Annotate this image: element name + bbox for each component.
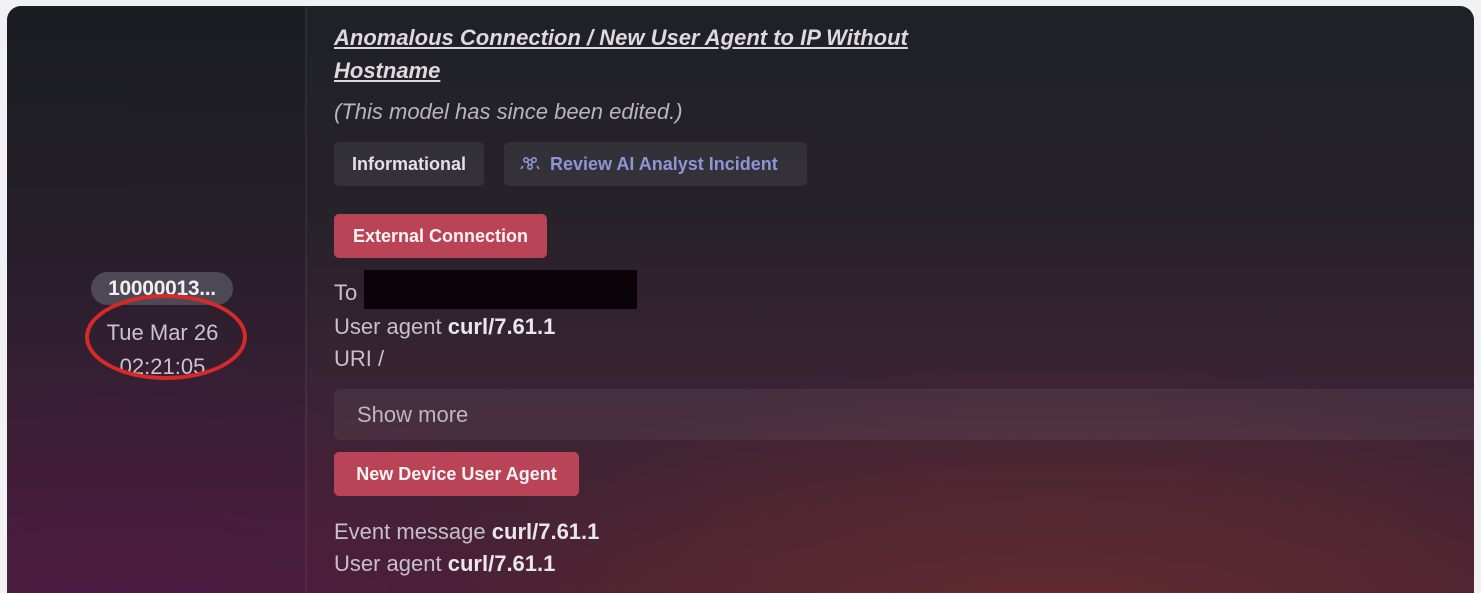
detail-user-agent-value: curl/7.61.1 bbox=[447, 314, 556, 339]
annotation-circle bbox=[85, 294, 247, 380]
model-edited-note: (This model has since been edited.) bbox=[334, 99, 683, 124]
detail-event-message-label: Event message bbox=[334, 519, 486, 544]
event-details: Anomalous Connection / New User Agent to… bbox=[334, 6, 1474, 593]
detail-user-agent: User agent curl/7.61.1 bbox=[334, 314, 555, 340]
show-more-button[interactable]: Show more bbox=[334, 389, 1474, 440]
detail-uri-label: URI bbox=[334, 346, 372, 371]
ai-analyst-icon bbox=[520, 156, 540, 171]
detail-event-message: Event message curl/7.61.1 bbox=[334, 519, 599, 545]
severity-badge: Informational bbox=[334, 142, 484, 186]
redacted-destination bbox=[364, 270, 637, 309]
detail-uri-value: / bbox=[378, 346, 385, 371]
event-timestamp-column: 10000013... Tue Mar 26 02:21:05 bbox=[7, 6, 305, 593]
detail-user-agent-2-label: User agent bbox=[334, 551, 442, 576]
detail-user-agent-2-value: curl/7.61.1 bbox=[447, 551, 556, 576]
review-ai-analyst-label: Review AI Analyst Incident bbox=[550, 154, 778, 174]
model-title-link[interactable]: Anomalous Connection / New User Agent to… bbox=[334, 21, 974, 87]
detail-to: To bbox=[334, 270, 637, 309]
detail-to-label: To bbox=[334, 280, 358, 305]
detail-user-agent-2: User agent curl/7.61.1 bbox=[334, 551, 555, 577]
detail-user-agent-label: User agent bbox=[334, 314, 442, 339]
detail-uri: URI / bbox=[334, 346, 384, 372]
external-connection-tag: External Connection bbox=[334, 214, 547, 258]
review-ai-analyst-button[interactable]: Review AI Analyst Incident bbox=[504, 142, 807, 186]
event-log-panel: 10000013... Tue Mar 26 02:21:05 Anomalou… bbox=[7, 6, 1474, 593]
column-divider bbox=[305, 6, 307, 593]
new-device-user-agent-tag: New Device User Agent bbox=[334, 452, 579, 496]
detail-event-message-value: curl/7.61.1 bbox=[491, 519, 600, 544]
